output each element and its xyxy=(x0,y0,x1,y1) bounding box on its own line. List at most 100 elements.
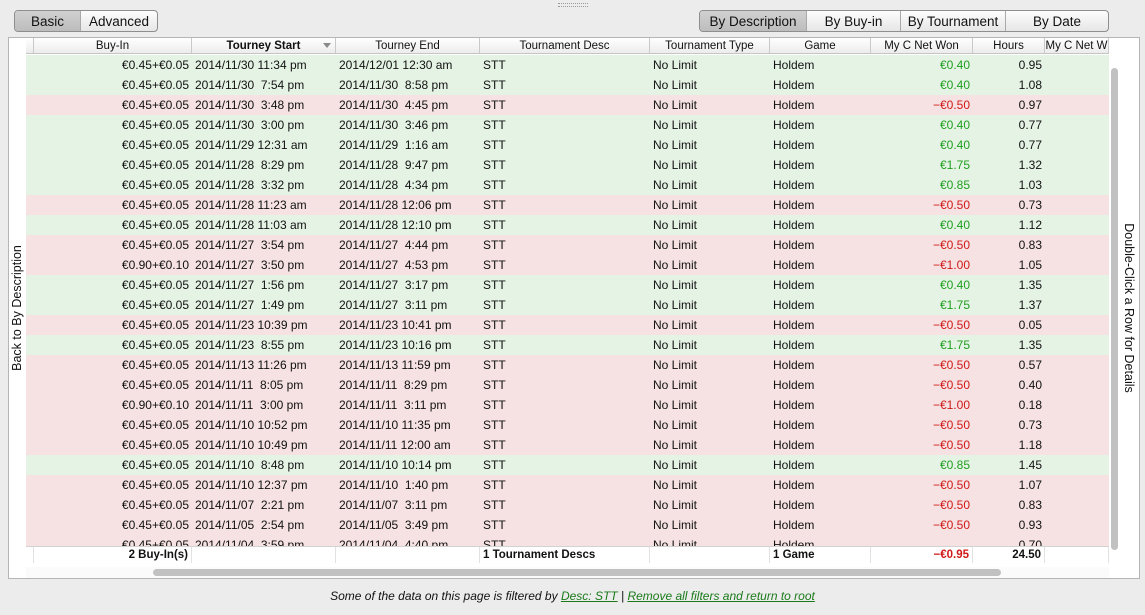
advanced-mode-button[interactable]: Advanced xyxy=(81,11,157,31)
row-gutter xyxy=(26,275,34,295)
row-gutter xyxy=(26,455,34,475)
by-buyin-button[interactable]: By Buy-in xyxy=(807,11,901,31)
tourney-start-cell: 2014/11/30 7:54 pm xyxy=(195,78,305,92)
by-description-button[interactable]: By Description xyxy=(700,11,807,31)
table-row[interactable]: €0.45+€0.05 2014/11/28 11:23 am 2014/11/28… xyxy=(26,195,1109,215)
header-game[interactable]: Game xyxy=(770,38,871,53)
hours-cell: 1.03 xyxy=(1018,178,1042,192)
tournament-desc-cell: STT xyxy=(483,138,506,152)
horizontal-scrollbar[interactable] xyxy=(26,567,1109,578)
tourney-start-cell: 2014/11/10 10:52 pm xyxy=(195,418,308,432)
game-cell: Holdem xyxy=(773,138,815,152)
table-row[interactable]: €0.45+€0.05 2014/11/10 10:52 pm 2014/11/10… xyxy=(26,415,1109,435)
net-won-2-cell xyxy=(1045,435,1109,455)
buyin-cell: €0.45+€0.05 xyxy=(121,238,189,252)
net-won-cell: −€0.50 xyxy=(932,238,970,252)
game-cell: Holdem xyxy=(773,218,815,232)
net-won-cell: −€0.50 xyxy=(932,378,970,392)
horizontal-scroll-thumb[interactable] xyxy=(153,569,1001,576)
table-row[interactable]: €0.45+€0.05 2014/11/28 11:03 am 2014/11/28… xyxy=(26,215,1109,235)
tourney-start-cell: 2014/11/11 3:00 pm xyxy=(195,398,304,412)
hours-cell: 0.77 xyxy=(1018,138,1042,152)
table-row[interactable]: €0.45+€0.05 2014/11/05 2:54 pm 2014/11/05 … xyxy=(26,515,1109,535)
header-net-won-2[interactable]: My C Net W xyxy=(1045,38,1109,53)
net-won-2-cell xyxy=(1045,275,1109,295)
table-row[interactable]: €0.45+€0.05 2014/11/30 3:00 pm 2014/11/30 … xyxy=(26,115,1109,135)
row-gutter xyxy=(26,135,34,155)
buyin-cell: €0.45+€0.05 xyxy=(121,358,189,372)
hours-cell: 0.83 xyxy=(1018,498,1042,512)
row-gutter xyxy=(26,375,34,395)
header-net-won[interactable]: My C Net Won xyxy=(871,38,973,53)
by-date-button[interactable]: By Date xyxy=(1006,11,1108,31)
tournament-type-cell: No Limit xyxy=(653,378,698,392)
back-to-description-tab[interactable]: Back to By Description xyxy=(9,38,25,578)
row-gutter xyxy=(26,435,34,455)
table-row[interactable]: €0.45+€0.05 2014/11/27 3:54 pm 2014/11/27 … xyxy=(26,235,1109,255)
table-row[interactable]: €0.45+€0.05 2014/11/11 8:05 pm 2014/11/11 … xyxy=(26,375,1109,395)
table-row[interactable]: €0.45+€0.05 2014/11/28 3:32 pm 2014/11/28 … xyxy=(26,175,1109,195)
basic-mode-button[interactable]: Basic xyxy=(15,11,81,31)
table-row[interactable]: €0.45+€0.05 2014/11/27 1:49 pm 2014/11/27 … xyxy=(26,295,1109,315)
table-row[interactable]: €0.45+€0.05 2014/11/10 10:49 pm 2014/11/11… xyxy=(26,435,1109,455)
net-won-cell: −€1.00 xyxy=(932,398,970,412)
table-row[interactable]: €0.45+€0.05 2014/11/10 12:37 pm 2014/11/10… xyxy=(26,475,1109,495)
hours-cell: 1.18 xyxy=(1018,438,1042,452)
hours-cell: 1.45 xyxy=(1018,458,1042,472)
table-row[interactable]: €0.45+€0.05 2014/11/10 8:48 pm 2014/11/10 … xyxy=(26,455,1109,475)
vertical-scroll-thumb[interactable] xyxy=(1111,68,1118,550)
table-row[interactable]: €0.45+€0.05 2014/11/07 2:21 pm 2014/11/07 … xyxy=(26,495,1109,515)
window-resize-grip[interactable] xyxy=(558,3,588,7)
table-row[interactable]: €0.90+€0.10 2014/11/11 3:00 pm 2014/11/11 … xyxy=(26,395,1109,415)
tourney-end-cell: 2014/11/27 4:44 pm xyxy=(339,238,449,252)
buyin-cell: €0.45+€0.05 xyxy=(121,298,189,312)
buyin-cell: €0.45+€0.05 xyxy=(121,158,189,172)
table-row[interactable]: €0.45+€0.05 2014/11/29 12:31 am 2014/11/29… xyxy=(26,135,1109,155)
hours-cell: 1.05 xyxy=(1018,258,1042,272)
table-row[interactable]: €0.45+€0.05 2014/11/30 3:48 pm 2014/11/30 … xyxy=(26,95,1109,115)
filter-desc-link[interactable]: Desc: STT xyxy=(561,589,618,603)
game-cell: Holdem xyxy=(773,258,815,272)
header-tourney-start[interactable]: Tourney Start xyxy=(192,38,336,53)
tourney-end-cell: 2014/11/11 3:11 pm xyxy=(339,398,447,412)
tourney-start-cell: 2014/11/10 12:37 pm xyxy=(195,478,308,492)
vertical-scrollbar[interactable] xyxy=(1109,55,1119,567)
summary-buyin-count: 2 Buy-In(s) xyxy=(34,547,192,563)
net-won-2-cell xyxy=(1045,195,1109,215)
filter-status-text: Some of the data on this page is filtere… xyxy=(330,589,558,603)
game-cell: Holdem xyxy=(773,458,815,472)
by-tournament-button[interactable]: By Tournament xyxy=(901,11,1006,31)
tournament-type-cell: No Limit xyxy=(653,318,698,332)
tourney-start-cell: 2014/11/29 12:31 am xyxy=(195,138,308,152)
table-row[interactable]: €0.45+€0.05 2014/11/28 8:29 pm 2014/11/28 … xyxy=(26,155,1109,175)
game-cell: Holdem xyxy=(773,438,815,452)
double-click-hint-label: Double-Click a Row for Details xyxy=(1122,223,1137,393)
tourney-start-cell: 2014/11/07 2:21 pm xyxy=(195,498,305,512)
buyin-cell: €0.45+€0.05 xyxy=(121,418,189,432)
buyin-cell: €0.45+€0.05 xyxy=(121,198,189,212)
row-gutter xyxy=(26,335,34,355)
tourney-start-cell: 2014/11/27 1:49 pm xyxy=(195,298,305,312)
tournament-type-cell: No Limit xyxy=(653,518,698,532)
table-row[interactable]: €0.45+€0.05 2014/11/27 1:56 pm 2014/11/27 … xyxy=(26,275,1109,295)
game-cell: Holdem xyxy=(773,98,815,112)
header-tournament-desc[interactable]: Tournament Desc xyxy=(480,38,650,53)
header-tournament-type[interactable]: Tournament Type xyxy=(650,38,770,53)
header-hours[interactable]: Hours xyxy=(973,38,1045,53)
row-gutter xyxy=(26,355,34,375)
table-row[interactable]: €0.90+€0.10 2014/11/27 3:50 pm 2014/11/27 … xyxy=(26,255,1109,275)
tournament-desc-cell: STT xyxy=(483,398,506,412)
table-row[interactable]: €0.45+€0.05 2014/11/30 7:54 pm 2014/11/30 … xyxy=(26,75,1109,95)
hours-cell: 1.35 xyxy=(1018,338,1042,352)
remove-filters-link[interactable]: Remove all filters and return to root xyxy=(627,589,814,603)
tournament-type-cell: No Limit xyxy=(653,418,698,432)
header-buyin[interactable]: Buy-In xyxy=(34,38,192,53)
net-won-2-cell xyxy=(1045,315,1109,335)
table-row[interactable]: €0.45+€0.05 2014/11/13 11:26 pm 2014/11/13… xyxy=(26,355,1109,375)
header-tourney-end[interactable]: Tourney End xyxy=(336,38,480,53)
table-row[interactable]: €0.45+€0.05 2014/11/30 11:34 pm 2014/12/01… xyxy=(26,55,1109,75)
tourney-end-cell: 2014/11/13 11:59 pm xyxy=(339,358,451,372)
tournament-desc-cell: STT xyxy=(483,498,506,512)
table-row[interactable]: €0.45+€0.05 2014/11/23 10:39 pm 2014/11/23… xyxy=(26,315,1109,335)
table-row[interactable]: €0.45+€0.05 2014/11/23 8:55 pm 2014/11/23 … xyxy=(26,335,1109,355)
